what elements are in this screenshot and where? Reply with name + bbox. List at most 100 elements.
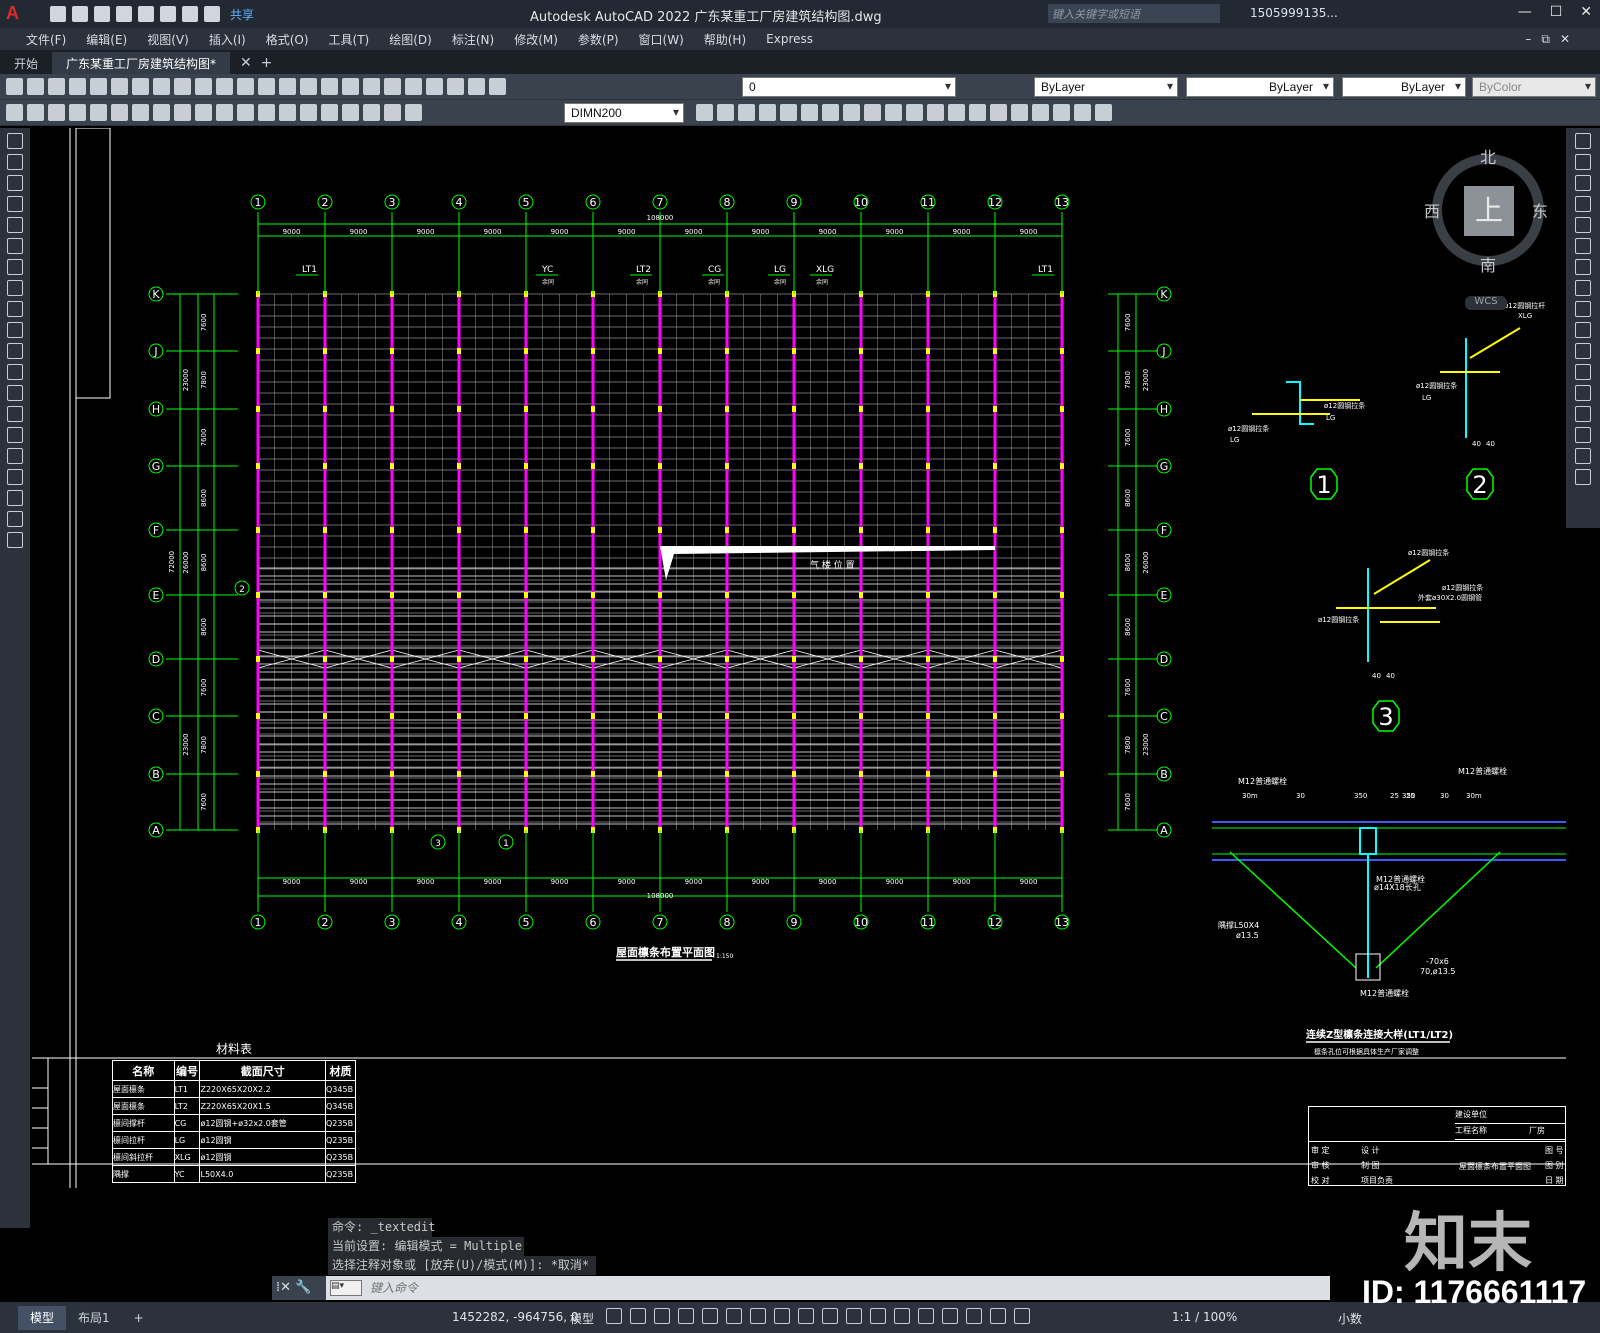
selection-filter-icon[interactable] [918,1308,934,1324]
dim-continue-icon[interactable] [216,104,233,121]
add-selected-icon[interactable] [7,532,23,548]
hatch-icon[interactable] [7,427,23,443]
gizmo-icon[interactable] [942,1308,958,1324]
units-display[interactable]: 小数 [1338,1310,1362,1327]
share-button[interactable]: 共享 [230,6,254,23]
dim-ordinate-icon[interactable] [69,104,86,121]
xline-icon[interactable] [7,154,23,170]
copy-obj-icon[interactable] [717,104,734,121]
lineweight-icon[interactable] [798,1308,814,1324]
circle-icon[interactable] [7,259,23,275]
gradient-icon[interactable] [7,448,23,464]
design-center-icon[interactable] [342,78,359,95]
dim-diameter-icon[interactable] [132,104,149,121]
mirror-icon[interactable] [1575,175,1591,191]
array-icon[interactable] [780,104,797,121]
copy-icon[interactable] [1575,154,1591,170]
ellipse-arc-icon[interactable] [7,343,23,359]
viewcube[interactable]: 上 北 南 东 西 [1424,140,1548,275]
tool-palettes-icon[interactable] [363,78,380,95]
menu-parametric[interactable]: 参数(P) [568,31,629,48]
dim-baseline-icon[interactable] [195,104,212,121]
undo-icon[interactable] [216,78,233,95]
preview-icon[interactable] [90,78,107,95]
stretch-icon[interactable] [1575,301,1591,317]
maximize-icon[interactable]: ☐ [1550,4,1563,20]
annotation-scale-icon[interactable] [1014,1308,1030,1324]
menu-express[interactable]: Express [756,32,823,46]
autocad-logo[interactable]: A [6,3,32,25]
chamfer-icon[interactable] [1575,427,1591,443]
transparency-icon[interactable] [822,1308,838,1324]
polyline-icon[interactable] [7,175,23,191]
minimize-icon[interactable]: — [1518,4,1532,20]
annotation-visibility-icon[interactable] [966,1308,982,1324]
dim-break-icon[interactable] [258,104,275,121]
3d-osnap-icon[interactable] [870,1308,886,1324]
ortho-icon[interactable] [678,1308,694,1324]
mirror-icon[interactable] [738,104,755,121]
publish-icon[interactable] [138,6,154,22]
object-track-icon[interactable] [750,1308,766,1324]
dim-space-icon[interactable] [237,104,254,121]
new-tab-icon[interactable]: ✕ + [230,52,282,74]
region-icon[interactable] [7,469,23,485]
trim-icon[interactable] [885,104,902,121]
open-icon[interactable] [72,6,88,22]
point-icon[interactable] [7,406,23,422]
new-icon[interactable] [50,6,66,22]
linetype-select[interactable]: ByLayer [1186,77,1334,97]
scale-icon[interactable] [843,104,860,121]
publish-icon[interactable] [111,78,128,95]
copy-icon[interactable] [153,78,170,95]
help-icon[interactable] [447,78,464,95]
dynamic-ucs-icon[interactable] [894,1308,910,1324]
dim-edit-icon[interactable] [363,104,380,121]
join-icon[interactable] [1575,406,1591,422]
search-input[interactable]: 键入关键字或短语 [1048,4,1220,23]
polar-icon[interactable] [702,1308,718,1324]
redo-icon[interactable] [204,6,220,22]
join-icon[interactable] [948,104,965,121]
command-input[interactable] [370,1281,1170,1295]
mtext-icon[interactable] [7,511,23,527]
erase-icon[interactable] [1575,133,1591,149]
center-mark-icon[interactable] [300,104,317,121]
dim-arc-icon[interactable] [48,104,65,121]
rotate-icon[interactable] [1575,259,1591,275]
erase-icon[interactable] [696,104,713,121]
menu-insert[interactable]: 插入(I) [199,31,256,48]
command-recent-icon[interactable]: ▤▾ [330,1280,362,1296]
attribute-icon[interactable] [1074,104,1091,121]
sheetset-icon[interactable] [384,78,401,95]
zoom-window-icon[interactable] [300,78,317,95]
command-line-controls[interactable]: ⁞✕ 🔧 [272,1276,326,1300]
menu-edit[interactable]: 编辑(E) [76,31,137,48]
inspect-icon[interactable] [321,104,338,121]
viewcube-face[interactable]: 上 [1464,186,1514,236]
menu-draw[interactable]: 绘图(D) [379,31,442,48]
insert-block-icon[interactable] [7,364,23,380]
user-account[interactable]: 1505999135... [1250,6,1338,20]
calculator-icon[interactable] [426,78,443,95]
rectangle-icon[interactable] [7,217,23,233]
table-icon[interactable] [7,490,23,506]
menu-view[interactable]: 视图(V) [137,31,199,48]
fillet-icon[interactable] [990,104,1007,121]
saveas-icon[interactable] [116,6,132,22]
dimstyle-select[interactable]: DIMN200 [564,103,684,123]
layer-state-icon[interactable] [489,78,506,95]
scale-icon[interactable] [1575,280,1591,296]
isodraft-icon[interactable] [726,1308,742,1324]
move-icon[interactable] [801,104,818,121]
grid-icon[interactable] [606,1308,622,1324]
wcs-menu[interactable]: WCS [1465,296,1507,310]
tab-model[interactable]: 模型 [18,1305,67,1330]
close-icon[interactable]: ✕ [1580,4,1592,20]
group-icon[interactable] [1095,104,1112,121]
insert-icon[interactable] [1053,104,1070,121]
dim-linear-icon[interactable] [6,104,23,121]
break-point-icon[interactable] [1575,364,1591,380]
compass-east[interactable]: 东 [1532,198,1548,222]
blend-icon[interactable] [1575,469,1591,485]
